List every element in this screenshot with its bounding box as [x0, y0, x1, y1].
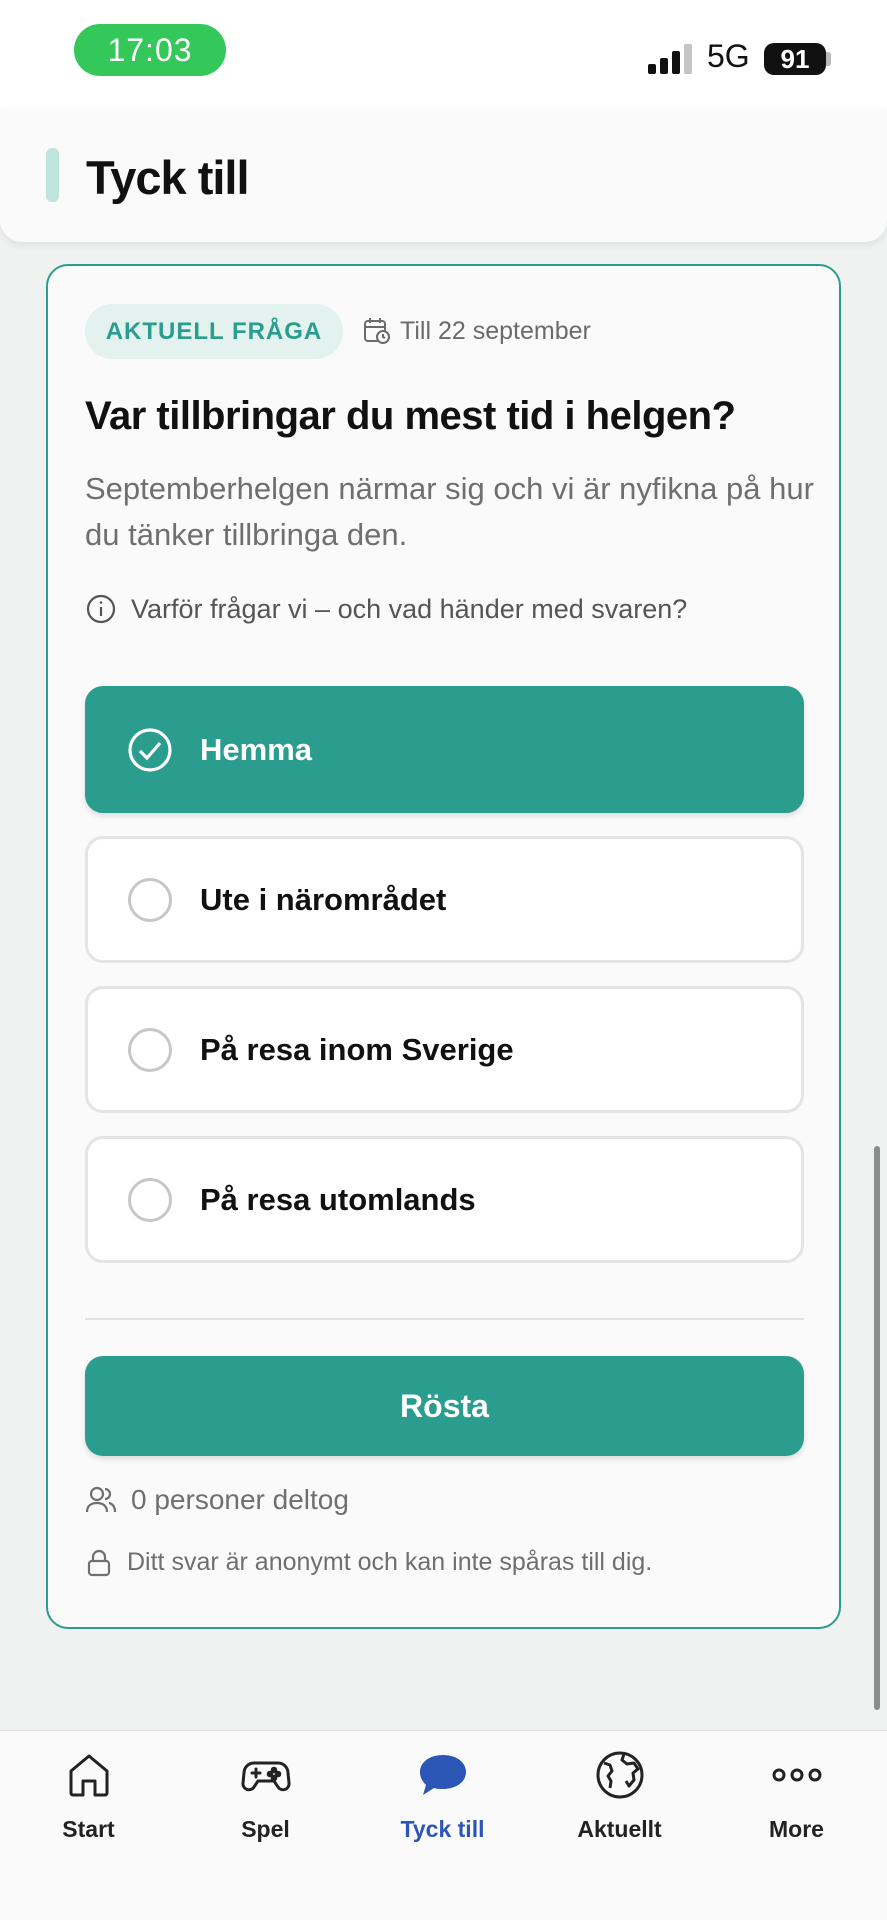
option-label: Hemma	[200, 731, 312, 767]
deadline-text: Till 22 september	[400, 316, 591, 345]
info-link-text: Varför frågar vi – och vad händer med sv…	[131, 593, 688, 624]
option-ute-i-naromradet[interactable]: Ute i närområdet	[85, 836, 804, 963]
deadline: Till 22 september	[362, 316, 591, 346]
nav-label: More	[769, 1816, 824, 1842]
nav-more[interactable]: More	[708, 1731, 885, 1861]
nav-tyck-till[interactable]: Tyck till	[354, 1731, 531, 1861]
poll-question: Var tillbringar du mest tid i helgen?	[85, 394, 736, 438]
users-icon	[85, 1486, 117, 1513]
cellular-signal-icon	[648, 44, 692, 74]
anonymous-note-text: Ditt svar är anonymt och kan inte spåras…	[127, 1548, 653, 1576]
poll-description: Septemberhelgen närmar sig och vi är nyf…	[85, 471, 814, 552]
participants: 0 personer deltog	[85, 1484, 349, 1516]
status-bar: 17:03 5G 91	[0, 0, 887, 108]
option-label: På resa inom Sverige	[200, 1031, 514, 1067]
battery-level: 91	[764, 43, 826, 75]
status-time: 17:03	[74, 24, 226, 76]
network-type: 5G	[707, 38, 750, 74]
scrollbar[interactable]	[874, 1146, 880, 1710]
anonymous-note: Ditt svar är anonymt och kan inte spåras…	[85, 1548, 652, 1577]
poll-card: AKTUELL FRÅGA Till 22 september Var till…	[46, 264, 841, 1629]
participants-text: 0 personer deltog	[131, 1484, 349, 1515]
nav-spel[interactable]: Spel	[177, 1731, 354, 1861]
check-circle-icon	[128, 727, 172, 772]
page-title: Tyck till	[86, 151, 250, 204]
nav-label: Aktuellt	[577, 1816, 662, 1842]
radio-unchecked	[128, 1027, 172, 1072]
page-header: Tyck till	[0, 108, 887, 242]
nav-aktuellt[interactable]: Aktuellt	[531, 1731, 708, 1861]
option-hemma[interactable]: Hemma	[85, 686, 804, 813]
nav-start[interactable]: Start	[0, 1731, 177, 1861]
gamepad-icon	[241, 1761, 291, 1792]
nav-label: Tyck till	[400, 1816, 485, 1842]
divider	[85, 1318, 804, 1320]
bottom-nav: Start Spel Tyck till Aktuellt More	[0, 1730, 887, 1920]
option-pa-resa-inom-sverige[interactable]: På resa inom Sverige	[85, 986, 804, 1113]
nav-label: Spel	[241, 1816, 290, 1842]
option-label: Ute i närområdet	[200, 881, 447, 917]
more-dots-icon	[772, 1768, 822, 1782]
radio-unchecked	[128, 1177, 172, 1222]
vote-button[interactable]: Rösta	[85, 1356, 804, 1456]
info-icon	[86, 594, 116, 624]
home-icon	[69, 1754, 109, 1797]
radio-unchecked	[128, 877, 172, 922]
header-accent-bar	[46, 148, 59, 202]
battery-tip	[826, 52, 831, 66]
current-question-tag: AKTUELL FRÅGA	[85, 304, 343, 359]
chat-bubble-icon	[420, 1755, 466, 1795]
info-link[interactable]: Varför frågar vi – och vad händer med sv…	[85, 593, 687, 625]
lock-icon	[87, 1549, 111, 1576]
globe-icon	[596, 1751, 644, 1799]
radio-checked	[128, 727, 172, 772]
option-label: På resa utomlands	[200, 1181, 476, 1217]
nav-label: Start	[62, 1816, 115, 1842]
option-pa-resa-utomlands[interactable]: På resa utomlands	[85, 1136, 804, 1263]
calendar-clock-icon	[364, 318, 390, 344]
